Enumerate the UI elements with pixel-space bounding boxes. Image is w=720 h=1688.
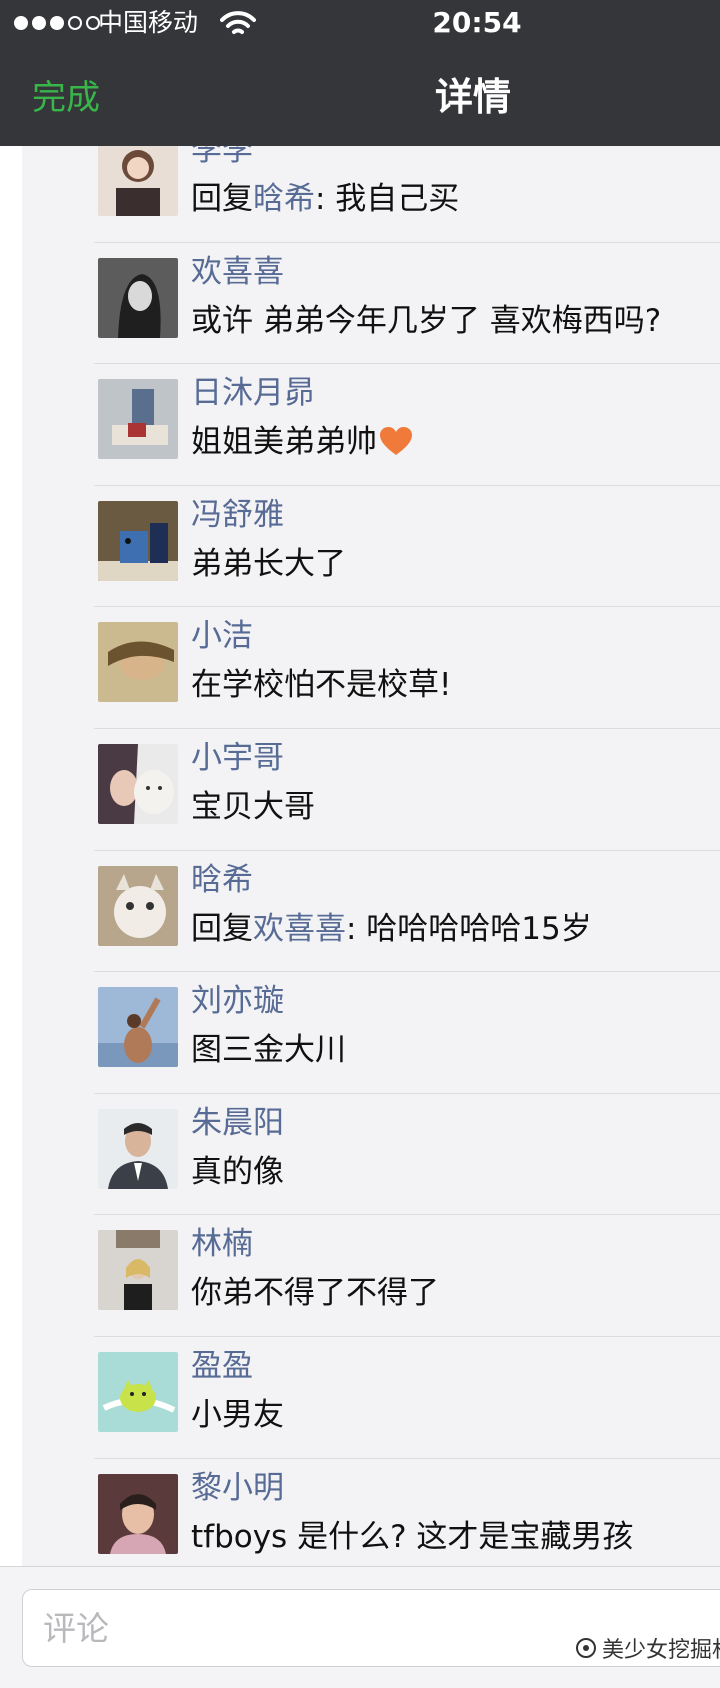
comment-text: 图三金大川 xyxy=(191,1028,346,1072)
left-gutter xyxy=(0,146,22,1566)
watermark-text: 美少女挖掘机 xyxy=(602,1638,720,1663)
comment-body: 弟弟长大了 xyxy=(191,545,346,582)
commenter-name[interactable]: 日沐月昴 xyxy=(191,371,315,415)
commenter-name[interactable]: 冯舒雅 xyxy=(191,493,284,537)
commenter-name[interactable]: 欢喜喜 xyxy=(191,250,284,294)
cat-avatar[interactable] xyxy=(98,865,178,946)
boy-portrait-avatar[interactable] xyxy=(98,1473,178,1554)
comment-body: 真的像 xyxy=(191,1153,284,1190)
comment-body: : 哈哈哈哈哈15岁 xyxy=(346,910,592,947)
reply-target-name[interactable]: 晗希 xyxy=(253,181,315,217)
comment-item[interactable]: 李李回复晗希: 我自己买 xyxy=(22,146,720,242)
comment-item[interactable]: 小洁在学校怕不是校草! xyxy=(22,606,720,728)
comment-item[interactable]: 小宇哥 宝贝大哥 xyxy=(22,727,720,850)
commenter-name[interactable]: 小洁 xyxy=(191,614,253,658)
comment-item[interactable]: 晗希回复欢喜喜: 哈哈哈哈哈15岁 xyxy=(22,849,720,972)
comment-item[interactable]: 林楠你弟不得了不得了 xyxy=(22,1214,720,1336)
watermark: 美少女挖掘机 xyxy=(574,1633,720,1663)
reply-target-name[interactable]: 欢喜喜 xyxy=(253,911,346,947)
comment-body: 你弟不得了不得了 xyxy=(191,1275,439,1312)
comment-body: 小男友 xyxy=(191,1396,284,1433)
comment-item[interactable]: 冯舒雅 弟弟长大了 xyxy=(22,484,720,607)
comment-body: 在学校怕不是校草! xyxy=(191,667,452,704)
comment-text: 宝贝大哥 xyxy=(191,785,315,829)
comment-text: 或许 弟弟今年几岁了 喜欢梅西吗? xyxy=(191,299,661,343)
comment-body: : 我自己买 xyxy=(315,181,460,217)
comment-item[interactable]: 欢喜喜或许 弟弟今年几岁了 喜欢梅西吗? xyxy=(22,241,720,364)
bw-girl-avatar[interactable] xyxy=(98,257,178,338)
commenter-name[interactable]: 朱晨阳 xyxy=(191,1101,284,1145)
reply-prefix: 回复 xyxy=(191,181,253,217)
person-sitting-avatar[interactable] xyxy=(98,379,178,460)
girl-with-cat-avatar[interactable] xyxy=(98,743,178,824)
comment-item[interactable]: 黎小明 tfboys 是什么? 这才是宝藏男孩 xyxy=(22,1457,720,1566)
comment-list: 李李 回复晗希: 我自己买 欢喜喜 或许 弟弟今年几岁了 喜欢梅西吗? 日沐月昴 姐姐美弟… xyxy=(22,146,720,1566)
comment-item[interactable]: 朱晨阳 真的像 xyxy=(22,1092,720,1215)
top-bar: 中国移动 20:54 完成 详情 xyxy=(0,0,720,146)
navigation-bar: 完成 详情 xyxy=(0,60,720,146)
commenter-name[interactable]: 李李 xyxy=(191,146,253,172)
commenter-name[interactable]: 晗希 xyxy=(191,858,253,902)
comment-text: 回复晗希: 我自己买 xyxy=(191,177,459,221)
comment-text: 小男友 xyxy=(191,1393,284,1437)
comment-body: 姐姐美弟弟帅 xyxy=(191,424,377,461)
green-cartoon-avatar[interactable] xyxy=(98,1351,178,1432)
blue-robot-avatar[interactable] xyxy=(98,500,178,581)
comment-item[interactable]: 刘亦璇 图三金大川 xyxy=(22,971,720,1093)
comment-body: 或许 弟弟今年几岁了 喜欢梅西吗? xyxy=(191,302,662,339)
comment-text: tfboys 是什么? 这才是宝藏男孩 xyxy=(191,1515,633,1559)
comment-body: 图三金大川 xyxy=(191,1032,346,1069)
comment-text: 在学校怕不是校草! xyxy=(191,663,451,707)
girl-mirror-avatar[interactable] xyxy=(98,1230,178,1311)
comment-list-viewport[interactable]: 李李 回复晗希: 我自己买 欢喜喜 或许 弟弟今年几岁了 喜欢梅西吗? 日沐月昴 姐姐美弟… xyxy=(0,146,720,1566)
commenter-name[interactable]: 刘亦璇 xyxy=(191,979,284,1023)
comment-text: 你弟不得了不得了 xyxy=(191,1271,439,1315)
commenter-name[interactable]: 盈盈 xyxy=(191,1344,253,1388)
comment-text: 回复欢喜喜: 哈哈哈哈哈15岁 xyxy=(191,907,592,951)
wechat-channel-icon xyxy=(576,1638,596,1658)
page-title: 详情 xyxy=(434,75,511,119)
comment-bar: 美少女挖掘机 xyxy=(0,1566,720,1688)
status-bar: 中国移动 20:54 xyxy=(0,0,720,50)
commenter-name[interactable]: 小宇哥 xyxy=(191,736,284,780)
clock: 20:54 xyxy=(432,6,522,39)
commenter-name[interactable]: 黎小明 xyxy=(191,1466,284,1510)
comment-item[interactable]: 盈盈 小男友 xyxy=(22,1335,720,1458)
reply-prefix: 回复 xyxy=(191,910,253,947)
comment-body: 宝贝大哥 xyxy=(191,788,315,825)
comment-text: 真的像 xyxy=(191,1150,284,1194)
commenter-name[interactable]: 林楠 xyxy=(191,1222,253,1266)
girl-lying-avatar[interactable] xyxy=(98,622,178,703)
comment-item[interactable]: 日沐月昴姐姐美弟弟帅 xyxy=(22,363,720,485)
comment-text: 弟弟长大了 xyxy=(191,542,346,586)
man-suit-avatar[interactable] xyxy=(98,1108,178,1189)
person-sky-avatar[interactable] xyxy=(98,987,178,1068)
comment-text: 姐姐美弟弟帅 xyxy=(191,420,413,464)
girl-illustration-avatar[interactable] xyxy=(98,146,178,216)
heart-emoji-icon xyxy=(380,427,412,456)
comment-body: tfboys 是什么? 这才是宝藏男孩 xyxy=(191,1518,634,1555)
